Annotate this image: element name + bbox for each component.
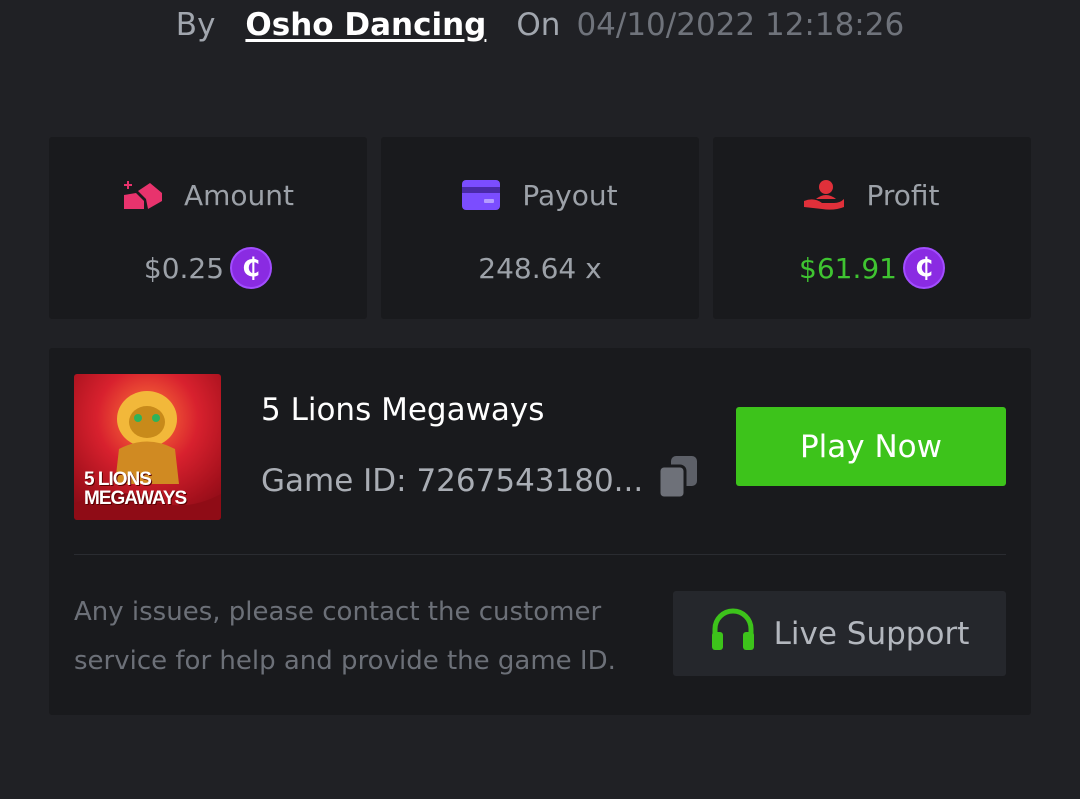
by-label: By bbox=[175, 7, 216, 43]
on-label: On bbox=[516, 7, 561, 43]
bet-header: By Osho Dancing On 04/10/2022 12:18:26 bbox=[0, 0, 1080, 50]
profit-card: Profit $61.91 ₵ bbox=[713, 137, 1031, 319]
help-text: Any issues, please contact the customer … bbox=[74, 597, 616, 676]
payout-header: Payout bbox=[462, 175, 618, 215]
payout-value: 248.64 x bbox=[478, 251, 602, 285]
profit-value-row: $61.91 ₵ bbox=[799, 247, 945, 289]
bet-chips-icon bbox=[122, 179, 162, 211]
profit-header: Profit bbox=[804, 175, 940, 215]
game-id-row: Game ID: 7267543180... bbox=[261, 456, 699, 506]
profit-label: Profit bbox=[866, 178, 940, 212]
live-support-label: Live Support bbox=[773, 615, 970, 652]
coin-icon: ₵ bbox=[230, 247, 273, 289]
bet-datetime: 04/10/2022 12:18:26 bbox=[576, 7, 905, 43]
game-thumbnail[interactable]: 5 LIONS MEGAWAYS bbox=[74, 374, 221, 520]
live-support-button[interactable]: Live Support bbox=[673, 591, 1006, 676]
amount-header: Amount bbox=[122, 175, 294, 215]
copy-icon[interactable] bbox=[657, 456, 699, 506]
amount-value-row: $0.25 ₵ bbox=[143, 247, 273, 289]
bet-stats: Amount $0.25 ₵ Payout 248.64 x Profit $6… bbox=[49, 137, 1031, 319]
payout-card: Payout 248.64 x bbox=[381, 137, 699, 319]
game-title: 5 Lions Megaways bbox=[261, 392, 545, 428]
game-card: 5 LIONS MEGAWAYS 5 Lions Megaways Game I… bbox=[49, 348, 1031, 715]
payout-label: Payout bbox=[522, 178, 618, 212]
thumbnail-title: 5 LIONS MEGAWAYS bbox=[84, 469, 187, 509]
author-link[interactable]: Osho Dancing bbox=[245, 7, 486, 43]
thumbnail-title-line2: MEGAWAYS bbox=[84, 488, 187, 509]
divider bbox=[74, 554, 1006, 555]
credit-card-icon bbox=[462, 180, 501, 210]
thumbnail-title-line1: 5 LIONS bbox=[84, 469, 152, 490]
play-now-button[interactable]: Play Now bbox=[736, 407, 1006, 486]
coin-icon: ₵ bbox=[902, 247, 945, 289]
game-id: Game ID: 7267543180... bbox=[261, 463, 644, 499]
hand-user-icon bbox=[804, 179, 845, 211]
amount-label: Amount bbox=[183, 178, 295, 212]
profit-value: $61.91 bbox=[799, 251, 897, 285]
amount-card: Amount $0.25 ₵ bbox=[49, 137, 367, 319]
amount-value: $0.25 bbox=[143, 251, 225, 285]
headset-icon bbox=[710, 608, 756, 660]
payout-value-row: 248.64 x bbox=[478, 247, 601, 289]
